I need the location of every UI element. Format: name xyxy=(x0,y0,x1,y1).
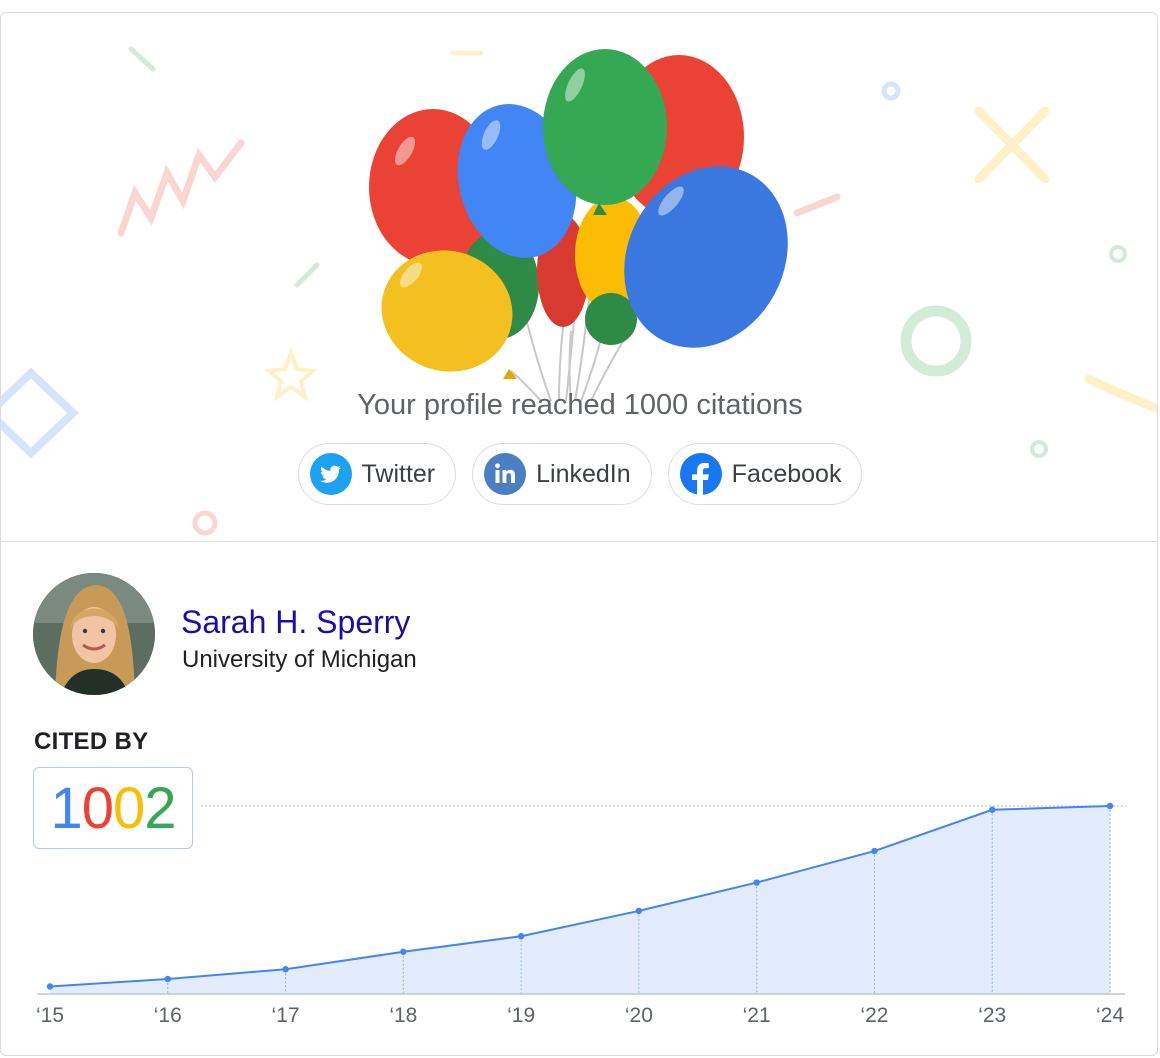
x-tick-label: ‘21 xyxy=(743,1004,771,1027)
x-tick-label: ‘17 xyxy=(272,1004,300,1027)
share-facebook-label: Facebook xyxy=(731,459,842,488)
x-tick-label: ‘16 xyxy=(154,1004,182,1027)
facebook-icon xyxy=(679,453,722,495)
citations-chart: ‘15 ‘16 ‘17 ‘18 ‘19 ‘20 ‘21 ‘22 ‘23 ‘24 xyxy=(36,802,1126,1027)
citation-card: Your profile reached 1000 citations Twit… xyxy=(0,12,1158,1056)
share-facebook-button[interactable]: Facebook xyxy=(667,443,863,505)
data-point xyxy=(282,966,289,973)
x-tick-label: ‘24 xyxy=(1096,1004,1124,1027)
share-linkedin-button[interactable]: LinkedIn xyxy=(472,443,652,505)
share-buttons: Twitter LinkedIn Facebook xyxy=(1,443,1157,505)
linkedin-icon xyxy=(484,453,527,495)
section-divider xyxy=(1,541,1157,542)
balloons-illustration xyxy=(369,49,788,402)
data-point xyxy=(635,907,643,915)
x-tick-label: ‘23 xyxy=(978,1004,1006,1027)
x-tick-label: ‘18 xyxy=(389,1004,417,1027)
profile-avatar[interactable] xyxy=(33,573,155,695)
data-point xyxy=(400,948,407,955)
share-linkedin-label: LinkedIn xyxy=(536,459,631,488)
data-point xyxy=(871,847,878,855)
x-tick-label: ‘22 xyxy=(860,1004,888,1027)
x-tick-label: ‘15 xyxy=(36,1004,64,1027)
data-point xyxy=(164,975,171,983)
data-point xyxy=(1106,802,1114,810)
x-tick-label: ‘20 xyxy=(625,1004,653,1027)
share-twitter-label: Twitter xyxy=(361,459,436,488)
data-point xyxy=(989,806,996,813)
celebration-banner: Your profile reached 1000 citations Twit… xyxy=(1,13,1157,541)
cited-by-label: CITED BY xyxy=(34,728,149,755)
profile-name-link[interactable]: Sarah H. Sperry xyxy=(181,604,410,641)
chart-area xyxy=(50,806,1110,994)
x-tick-label: ‘19 xyxy=(507,1004,535,1027)
data-point xyxy=(517,933,525,940)
avatar-portrait xyxy=(33,573,155,695)
profile-affiliation: University of Michigan xyxy=(182,646,417,673)
twitter-icon xyxy=(309,453,352,495)
data-point xyxy=(46,983,54,990)
data-point xyxy=(753,879,760,886)
share-twitter-button[interactable]: Twitter xyxy=(297,443,457,505)
celebration-headline: Your profile reached 1000 citations xyxy=(357,389,803,421)
